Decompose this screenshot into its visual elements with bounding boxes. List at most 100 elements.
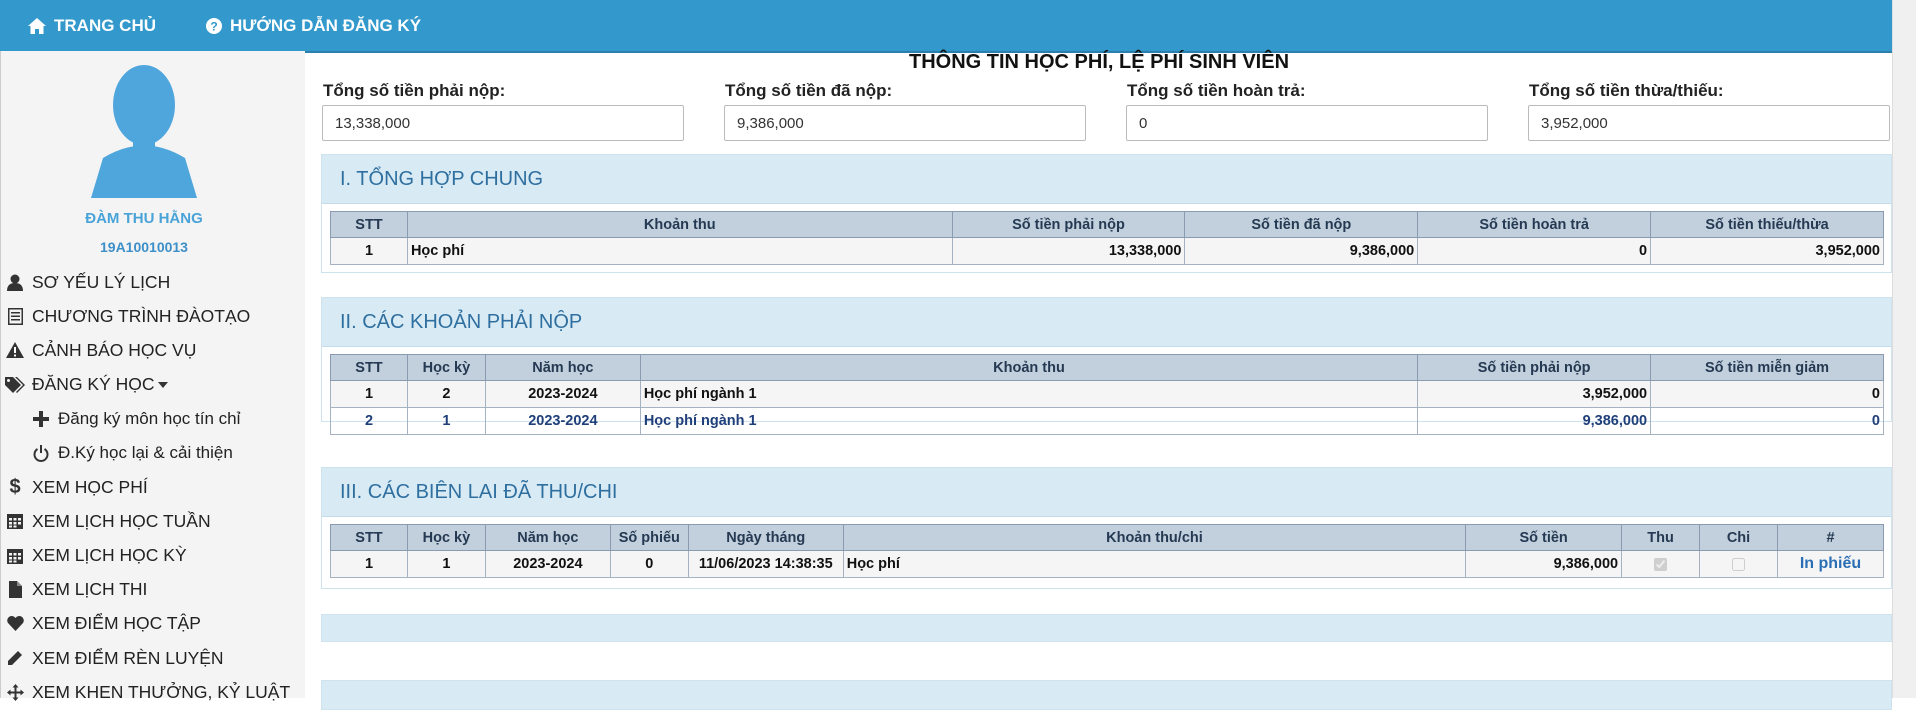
sidebar-item-course-registration[interactable]: ĐĂNG KÝ HỌC xyxy=(1,368,305,402)
refund-checkbox-cell xyxy=(1699,550,1778,578)
table-cell: 3,952,000 xyxy=(1417,380,1652,408)
payables-panel: II. CÁC KHOẢN PHẢI NỘP STT Học kỳ Năm họ… xyxy=(321,297,1892,435)
sidebar-item-profile[interactable]: SƠ YẾU LÝ LỊCH xyxy=(1,265,305,299)
total-paid-label: Tổng số tiền đã nộp: xyxy=(725,81,893,100)
total-paid-field[interactable] xyxy=(724,105,1086,141)
table-cell: 1 xyxy=(330,550,408,578)
sidebar-item-label: CHƯƠNG TRÌNH ĐÀOTẠO xyxy=(32,305,251,326)
table-cell: 11/06/2023 14:38:35 xyxy=(687,550,844,578)
sidebar-item-weekly-schedule[interactable]: XEM LỊCH HỌC TUẦN xyxy=(1,504,305,538)
sidebar-item-label: XEM LỊCH HỌC KỲ xyxy=(32,545,187,566)
dollar-icon: $ xyxy=(9,475,21,498)
table-row: 1 Học phí 13,338,000 9,386,000 0 3,952,0… xyxy=(330,237,1884,265)
panel-title: I. TỔNG HỢP CHUNG xyxy=(322,155,1891,204)
plus-icon xyxy=(30,410,52,427)
general-summary-table: STT Khoản thu Số tiền phải nộp Số tiền đ… xyxy=(330,211,1884,265)
table-cell: 9,386,000 xyxy=(1184,237,1419,265)
table-cell: 3,952,000 xyxy=(1650,237,1884,265)
table-header-row: STT Khoản thu Số tiền phải nộp Số tiền đ… xyxy=(330,211,1884,238)
window-edge xyxy=(1892,0,1916,698)
panel-title: II. CÁC KHOẢN PHẢI NỘP xyxy=(322,298,1891,347)
column-header: Học kỳ xyxy=(406,354,486,381)
table-cell: 0 xyxy=(1417,237,1652,265)
column-header: Số tiền thiếu/thừa xyxy=(1650,211,1884,238)
top-navbar: TRANG CHỦ ? HƯỚNG DẪN ĐĂNG KÝ xyxy=(0,0,1892,53)
empty-panel xyxy=(321,614,1892,642)
total-due-label: Tổng số tiền phải nộp: xyxy=(323,81,506,100)
table-cell: 0 xyxy=(1650,407,1884,435)
move-icon xyxy=(4,683,26,701)
table-cell: 9,386,000 xyxy=(1417,407,1652,435)
column-header: Chi xyxy=(1699,524,1778,551)
calendar-icon xyxy=(4,513,26,530)
column-header: Thu xyxy=(1621,524,1701,551)
column-header: Khoản thu/chi xyxy=(842,524,1467,551)
sidebar-item-label: XEM LỊCH HỌC TUẦN xyxy=(32,510,211,531)
nav-registration-guide[interactable]: ? HƯỚNG DẪN ĐĂNG KÝ xyxy=(206,16,421,36)
payables-table: STT Học kỳ Năm học Khoản thu Số tiền phả… xyxy=(330,354,1884,435)
sidebar-item-retake-registration[interactable]: Đ.Ký học lại & cải thiện xyxy=(1,436,305,470)
column-header: Năm học xyxy=(484,354,641,381)
table-cell: Học phí ngành 1 xyxy=(639,380,1419,408)
user-id: 19A10010013 xyxy=(100,239,188,255)
table-header-row: STT Học kỳ Năm học Số phiếu Ngày tháng K… xyxy=(330,524,1885,551)
column-header: # xyxy=(1776,524,1885,551)
receipt-checkbox[interactable] xyxy=(1654,557,1668,571)
table-cell: 1 xyxy=(406,550,486,578)
avatar xyxy=(91,65,197,198)
table-cell: 2 xyxy=(406,380,486,408)
column-header: Năm học xyxy=(484,524,611,551)
sidebar-item-tuition[interactable]: $ XEM HỌC PHÍ xyxy=(1,470,305,504)
column-header: Khoản thu xyxy=(406,211,953,238)
nav-home[interactable]: TRANG CHỦ xyxy=(28,16,156,36)
table-cell: 1 xyxy=(330,380,408,408)
sidebar-item-label: SƠ YẾU LÝ LỊCH xyxy=(32,271,171,292)
nav-home-label: TRANG CHỦ xyxy=(54,15,156,35)
total-due-field[interactable] xyxy=(322,105,684,141)
sidebar-item-label: XEM ĐIỂM HỌC TẬP xyxy=(32,613,201,634)
tags-icon xyxy=(4,376,26,393)
caret-down-icon xyxy=(157,381,168,388)
column-header: Khoản thu xyxy=(639,354,1419,381)
main-content: THÔNG TIN HỌC PHÍ, LỆ PHÍ SINH VIÊN Tổng… xyxy=(304,51,1892,710)
page-title: THÔNG TIN HỌC PHÍ, LỆ PHÍ SINH VIÊN xyxy=(908,51,1290,73)
empty-panel xyxy=(321,680,1892,710)
sidebar-item-academic-warning[interactable]: CẢNH BÁO HỌC VỤ xyxy=(1,333,305,367)
column-header: Số tiền xyxy=(1465,524,1623,551)
total-balance-label: Tổng số tiền thừa/thiếu: xyxy=(1529,81,1724,100)
sidebar-item-label: XEM ĐIỂM RÈN LUYỆN xyxy=(32,647,224,668)
panel-title: III. CÁC BIÊN LAI ĐÃ THU/CHI xyxy=(322,468,1891,517)
sidebar-item-conduct-score[interactable]: XEM ĐIỂM RÈN LUYỆN xyxy=(1,641,305,675)
sidebar-item-label: XEM LỊCH THI xyxy=(32,579,148,600)
table-cell: 1 xyxy=(406,407,486,435)
sidebar-item-label: XEM KHEN THƯỞNG, KỶ LUẬT xyxy=(32,681,291,702)
refund-checkbox[interactable] xyxy=(1732,557,1745,571)
action-cell: In phiếu xyxy=(1776,550,1885,578)
sidebar-item-semester-schedule[interactable]: XEM LỊCH HỌC KỲ xyxy=(1,539,305,573)
sidebar-item-curriculum[interactable]: CHƯƠNG TRÌNH ĐÀOTẠO xyxy=(1,299,305,333)
table-cell: 1 xyxy=(330,237,408,265)
sidebar-item-exam-schedule[interactable]: XEM LỊCH THI xyxy=(1,573,305,607)
sidebar-item-label: Đ.Ký học lại & cải thiện xyxy=(58,443,233,463)
table-header-row: STT Học kỳ Năm học Khoản thu Số tiền phả… xyxy=(330,354,1884,381)
total-balance-field[interactable] xyxy=(1528,105,1890,141)
column-header: STT xyxy=(330,354,408,381)
sidebar-item-rewards-discipline[interactable]: XEM KHEN THƯỞNG, KỶ LUẬT xyxy=(1,675,305,709)
column-header: Số phiếu xyxy=(609,524,689,551)
table-cell: Học phí xyxy=(406,237,953,265)
svg-text:?: ? xyxy=(210,19,217,33)
table-cell: Học phí ngành 1 xyxy=(639,407,1419,435)
heart-icon xyxy=(4,616,26,632)
sidebar-item-label: CẢNH BÁO HỌC VỤ xyxy=(32,339,197,360)
print-receipt-link[interactable]: In phiếu xyxy=(1800,555,1861,572)
question-circle-icon: ? xyxy=(206,17,222,34)
calendar-icon xyxy=(4,548,26,564)
total-refund-field[interactable] xyxy=(1126,105,1488,141)
sidebar-item-grades[interactable]: XEM ĐIỂM HỌC TẬP xyxy=(1,607,305,641)
sidebar: ĐÀM THU HẰNG 19A10010013 SƠ YẾU LÝ LỊCH … xyxy=(0,51,305,702)
receipts-table: STT Học kỳ Năm học Số phiếu Ngày tháng K… xyxy=(330,524,1885,578)
sidebar-item-credit-registration[interactable]: Đăng ký môn học tín chỉ xyxy=(1,402,305,436)
column-header: STT xyxy=(330,524,408,551)
total-refund-label: Tổng số tiền hoàn trả: xyxy=(1127,81,1306,100)
list-icon xyxy=(4,307,26,325)
